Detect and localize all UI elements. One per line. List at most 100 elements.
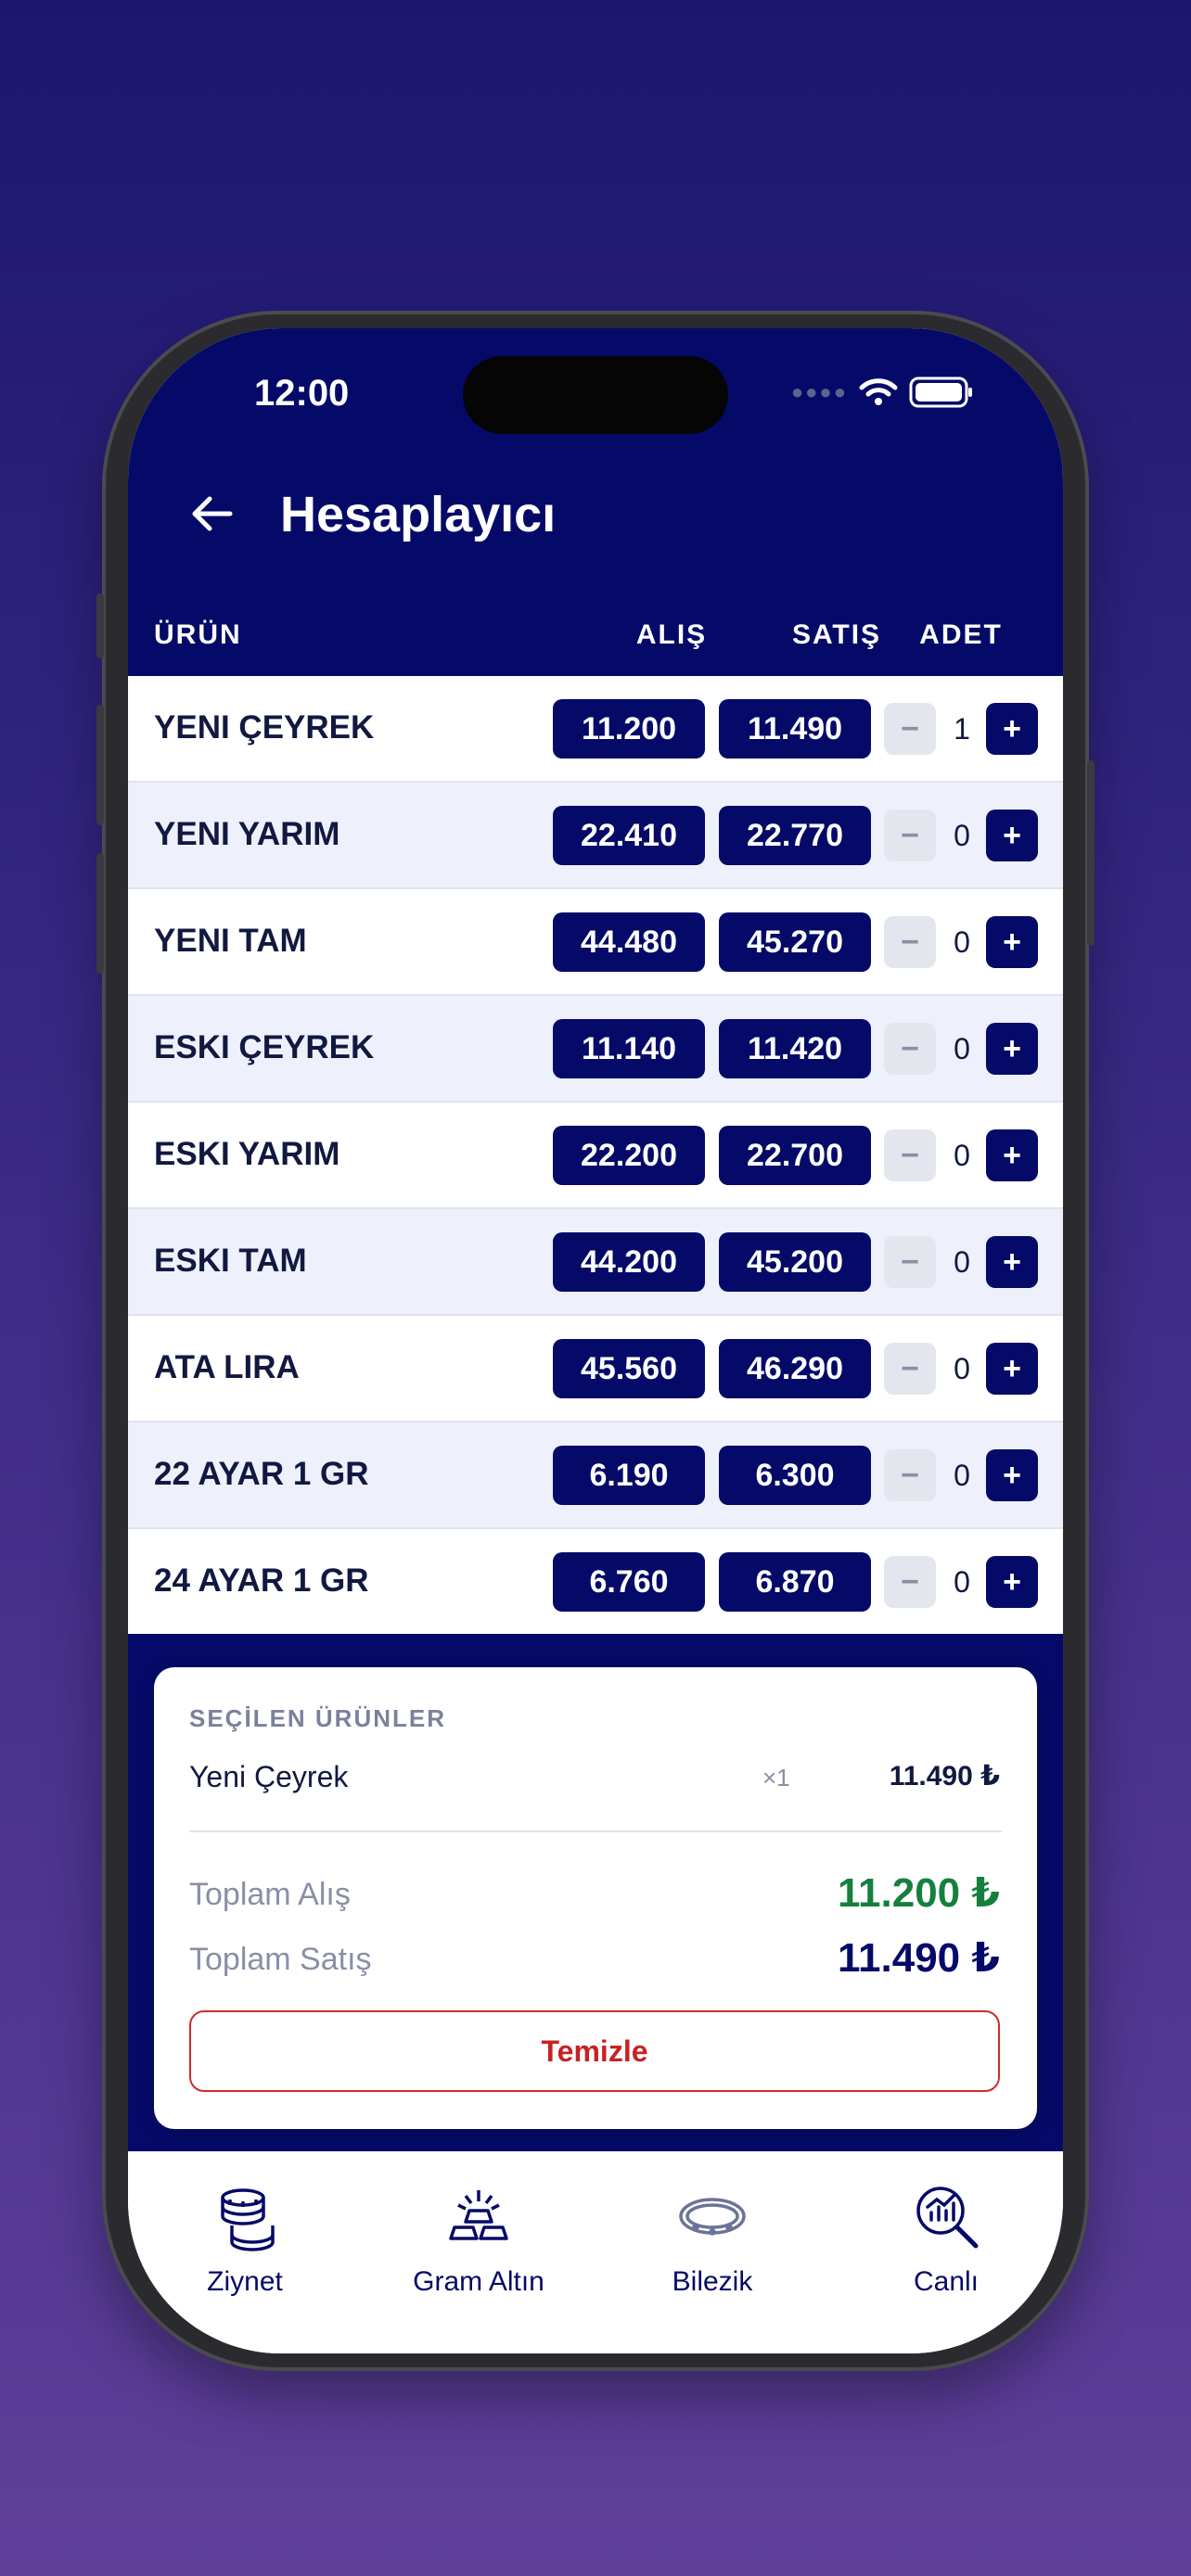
buy-price-button[interactable]: 11.140 bbox=[553, 1019, 705, 1078]
bottom-tab-bar: Ziynet Gram Altın Bilezik Canlı bbox=[128, 2151, 1063, 2353]
sell-price-button[interactable]: 6.870 bbox=[719, 1552, 871, 1612]
total-buy-label: Toplam Alış bbox=[189, 1877, 351, 1912]
buy-price-button[interactable]: 44.480 bbox=[553, 912, 705, 972]
quantity-value: 0 bbox=[954, 1031, 970, 1065]
decrease-button[interactable]: − bbox=[884, 1129, 936, 1181]
sell-price-button[interactable]: 46.290 bbox=[719, 1339, 871, 1398]
product-name: YENI ÇEYREK bbox=[154, 709, 375, 746]
column-header-product: ÜRÜN bbox=[154, 619, 242, 650]
increase-button[interactable]: + bbox=[986, 1129, 1038, 1181]
tab-label: Ziynet bbox=[207, 2266, 283, 2297]
product-table: YENI ÇEYREK 11.200 11.490 − 1 + YENI YAR… bbox=[128, 676, 1063, 1636]
tab-ziynet[interactable]: Ziynet bbox=[128, 2179, 362, 2298]
clear-button[interactable]: Temizle bbox=[189, 2010, 1000, 2092]
table-row: YENI YARIM 22.410 22.770 − 0 + bbox=[128, 783, 1063, 889]
quantity-value: 0 bbox=[954, 1564, 970, 1599]
product-name: 24 AYAR 1 GR bbox=[154, 1562, 369, 1599]
increase-button[interactable]: + bbox=[986, 1343, 1038, 1395]
decrease-button[interactable]: − bbox=[884, 1236, 936, 1288]
table-row: ESKI TAM 44.200 45.200 − 0 + bbox=[128, 1209, 1063, 1316]
phone-mute-switch bbox=[96, 593, 104, 658]
tab-bilezik[interactable]: Bilezik bbox=[596, 2179, 829, 2298]
quantity-value: 0 bbox=[954, 1244, 970, 1279]
sell-price-button[interactable]: 22.700 bbox=[719, 1126, 871, 1185]
sell-price-button[interactable]: 45.270 bbox=[719, 912, 871, 972]
column-header-qty: ADET bbox=[919, 619, 1003, 650]
dynamic-island bbox=[463, 356, 728, 434]
decrease-button[interactable]: − bbox=[884, 703, 936, 755]
buy-price-button[interactable]: 22.200 bbox=[553, 1126, 705, 1185]
table-row: YENI ÇEYREK 11.200 11.490 − 1 + bbox=[128, 676, 1063, 783]
table-row: ESKI ÇEYREK 11.140 11.420 − 0 + bbox=[128, 996, 1063, 1103]
product-name: 22 AYAR 1 GR bbox=[154, 1456, 369, 1492]
product-name: ESKI TAM bbox=[154, 1243, 307, 1279]
product-name: YENI TAM bbox=[154, 923, 307, 959]
buy-price-button[interactable]: 11.200 bbox=[553, 699, 705, 759]
increase-button[interactable]: + bbox=[986, 810, 1038, 861]
product-name: ATA LIRA bbox=[154, 1349, 300, 1385]
phone-screen: 12:00 ●●●● Hesaplayıcı ÜRÜN ALIŞ SATIŞ A… bbox=[128, 328, 1063, 2353]
decrease-button[interactable]: − bbox=[884, 810, 936, 861]
phone-volume-up bbox=[96, 705, 104, 825]
battery-icon bbox=[909, 376, 972, 408]
decrease-button[interactable]: − bbox=[884, 1556, 936, 1608]
increase-button[interactable]: + bbox=[986, 1023, 1038, 1075]
coins-icon bbox=[221, 2188, 275, 2251]
tab-label: Canlı bbox=[913, 2266, 980, 2297]
decrease-button[interactable]: − bbox=[884, 1023, 936, 1075]
signal-dots-icon: ●●●● bbox=[790, 380, 848, 403]
summary-card: SEÇİLEN ÜRÜNLER Yeni Çeyrek ×1 11.490 ₺ … bbox=[154, 1667, 1037, 2129]
sell-price-button[interactable]: 6.300 bbox=[719, 1446, 871, 1505]
table-row: 22 AYAR 1 GR 6.190 6.300 − 0 + bbox=[128, 1422, 1063, 1529]
selected-item-name: Yeni Çeyrek bbox=[189, 1760, 349, 1793]
product-name: YENI YARIM bbox=[154, 816, 340, 852]
quantity-value: 0 bbox=[954, 818, 970, 852]
page-title: Hesaplayıcı bbox=[280, 487, 557, 542]
increase-button[interactable]: + bbox=[986, 1236, 1038, 1288]
tab-label: Gram Altın bbox=[413, 2266, 544, 2297]
table-row: ATA LIRA 45.560 46.290 − 0 + bbox=[128, 1316, 1063, 1422]
buy-price-button[interactable]: 22.410 bbox=[553, 806, 705, 865]
total-buy-value: 11.200 ₺ bbox=[838, 1870, 1000, 1916]
tab-gram-altin[interactable]: Gram Altın bbox=[362, 2179, 596, 2298]
summary-divider bbox=[189, 1830, 1002, 1832]
decrease-button[interactable]: − bbox=[884, 916, 936, 968]
bracelet-icon bbox=[679, 2198, 746, 2236]
column-header-buy: ALIŞ bbox=[635, 619, 708, 650]
quantity-value: 0 bbox=[954, 1351, 970, 1385]
product-name: ESKI YARIM bbox=[154, 1136, 340, 1172]
sell-price-button[interactable]: 45.200 bbox=[719, 1232, 871, 1292]
status-time: 12:00 bbox=[254, 373, 350, 414]
phone-volume-down bbox=[96, 853, 104, 974]
sell-price-button[interactable]: 11.490 bbox=[719, 699, 871, 759]
quantity-value: 1 bbox=[954, 711, 970, 746]
decrease-button[interactable]: − bbox=[884, 1449, 936, 1501]
total-sell-label: Toplam Satış bbox=[189, 1942, 372, 1977]
tab-label: Bilezik bbox=[672, 2266, 753, 2297]
back-arrow-icon[interactable] bbox=[187, 493, 236, 534]
table-row: YENI TAM 44.480 45.270 − 0 + bbox=[128, 889, 1063, 996]
buy-price-button[interactable]: 44.200 bbox=[553, 1232, 705, 1292]
selected-item-multiplier: ×1 bbox=[762, 1764, 790, 1792]
phone-power-button bbox=[1087, 760, 1095, 946]
increase-button[interactable]: + bbox=[986, 1449, 1038, 1501]
increase-button[interactable]: + bbox=[986, 916, 1038, 968]
buy-price-button[interactable]: 45.560 bbox=[553, 1339, 705, 1398]
buy-price-button[interactable]: 6.760 bbox=[553, 1552, 705, 1612]
selected-item-price: 11.490 ₺ bbox=[889, 1761, 1000, 1792]
gold-bars-icon bbox=[449, 2190, 508, 2240]
increase-button[interactable]: + bbox=[986, 703, 1038, 755]
decrease-button[interactable]: − bbox=[884, 1343, 936, 1395]
product-name: ESKI ÇEYREK bbox=[154, 1029, 375, 1065]
sell-price-button[interactable]: 11.420 bbox=[719, 1019, 871, 1078]
wifi-icon bbox=[859, 378, 898, 405]
buy-price-button[interactable]: 6.190 bbox=[553, 1446, 705, 1505]
live-chart-search-icon bbox=[916, 2187, 979, 2249]
tab-canli[interactable]: Canlı bbox=[829, 2179, 1063, 2298]
quantity-value: 0 bbox=[954, 925, 970, 959]
sell-price-button[interactable]: 22.770 bbox=[719, 806, 871, 865]
table-row: 24 AYAR 1 GR 6.760 6.870 − 0 + bbox=[128, 1529, 1063, 1636]
quantity-value: 0 bbox=[954, 1138, 970, 1172]
status-icons: ●●●● bbox=[791, 376, 974, 408]
increase-button[interactable]: + bbox=[986, 1556, 1038, 1608]
